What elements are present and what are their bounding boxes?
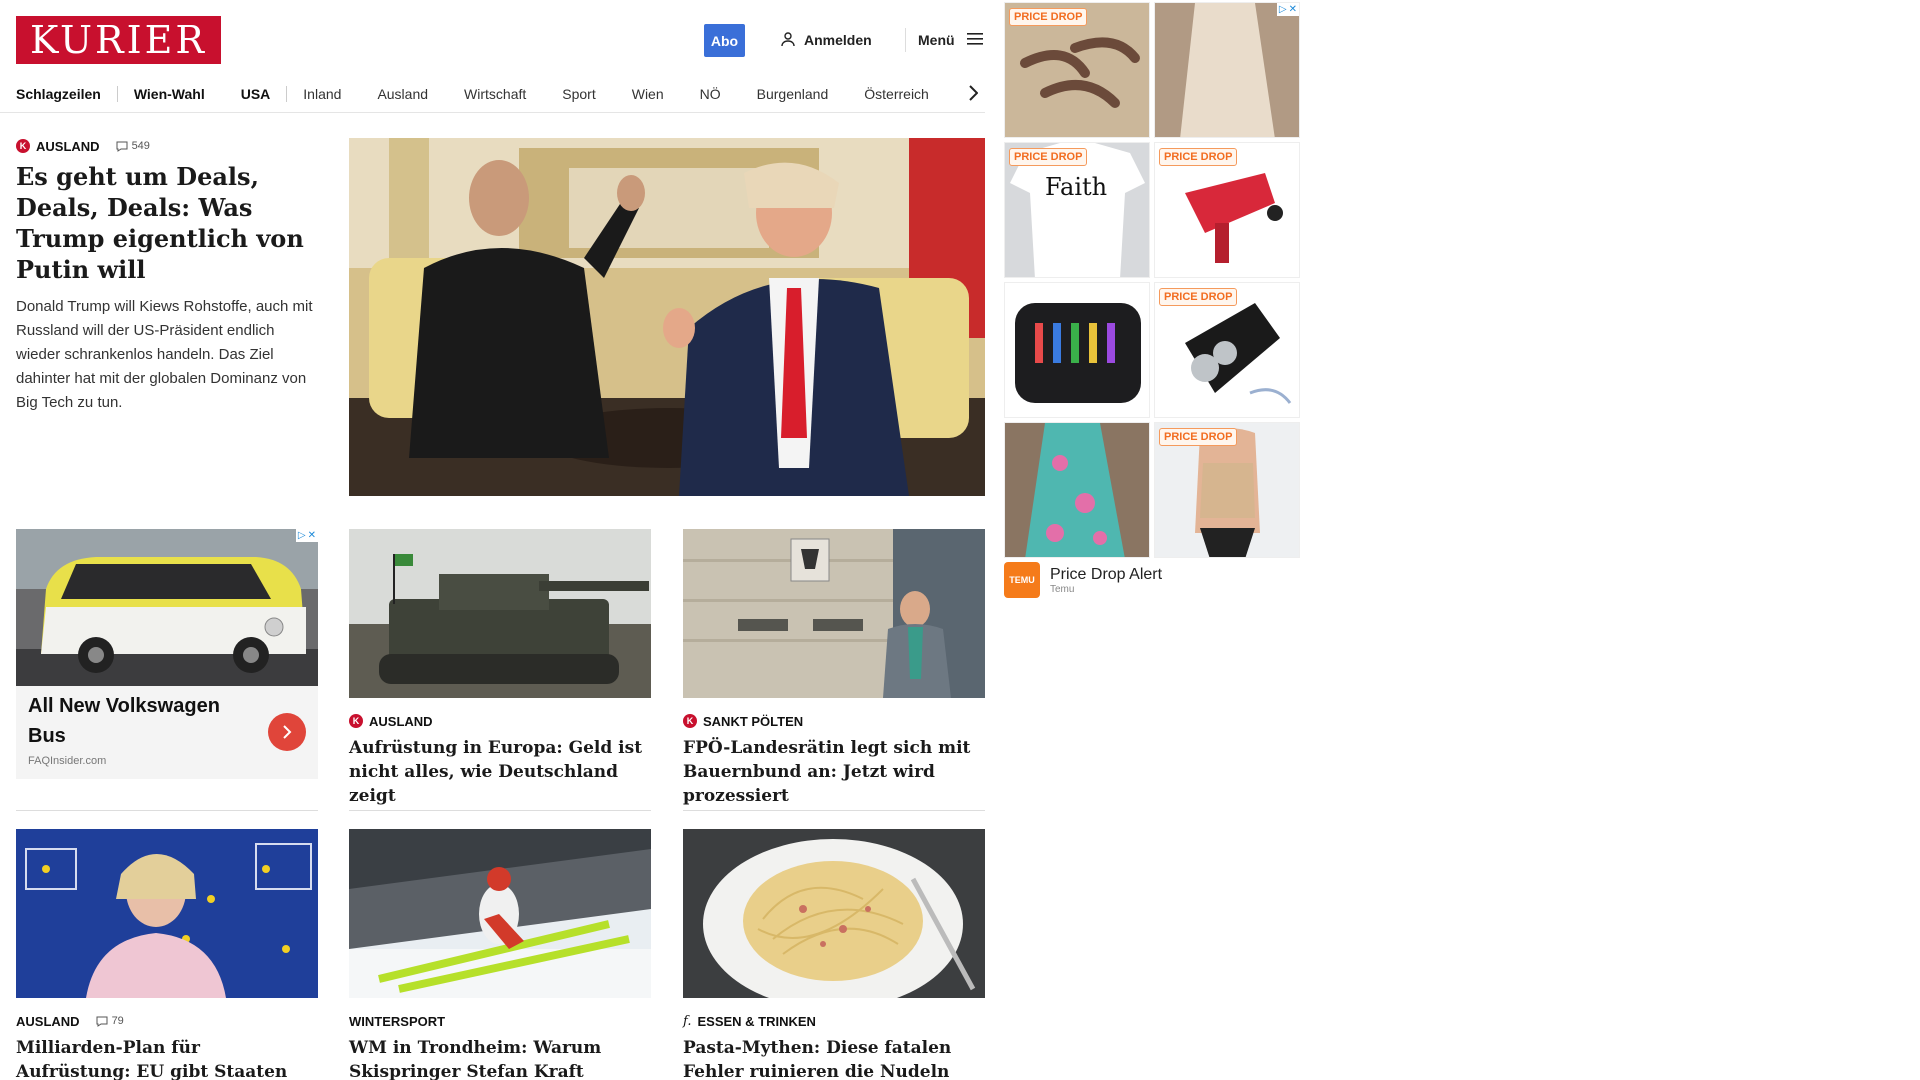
article-image-eu[interactable]	[16, 829, 318, 998]
price-drop-badge: PRICE DROP	[1159, 288, 1238, 306]
ad-tile-corset[interactable]: PRICE DROP	[1154, 422, 1300, 558]
temu-ad-footer[interactable]: TEMU Price Drop Alert Temu	[1004, 560, 1300, 600]
vw-bus-image	[16, 529, 318, 686]
ad-title[interactable]: All New Volkswagen Bus	[28, 691, 228, 751]
chevron-right-icon	[283, 725, 292, 739]
ad-tile-floral-dress[interactable]	[1004, 422, 1150, 558]
article-category: AUSLAND	[369, 713, 433, 729]
nav-divider-line	[0, 112, 985, 113]
ad-footer-source: Temu	[1050, 583, 1075, 595]
nav-item-wien[interactable]: Wien	[632, 84, 664, 104]
article-kicker: AUSLAND 79	[16, 1012, 318, 1030]
article-kicker: K AUSLAND 549	[16, 137, 318, 155]
chevron-right-icon	[969, 85, 978, 101]
section-nav: Schlagzeilen Wien-Wahl USA Inland Auslan…	[16, 76, 984, 112]
article-category: SANKT PÖLTEN	[703, 713, 804, 729]
article-category: WINTERSPORT	[349, 1013, 446, 1029]
ad-tile-tool-case[interactable]	[1004, 282, 1150, 418]
nav-item-wien-wahl[interactable]: Wien-Wahl	[134, 84, 205, 104]
nav-item-schlagzeilen[interactable]: Schlagzeilen	[16, 84, 101, 104]
ad-tile-tshirt[interactable]: PRICE DROP Faith	[1004, 142, 1150, 278]
article-card[interactable]: WINTERSPORT WM in Trondheim: Warum Skisp…	[349, 829, 651, 1080]
article-card[interactable]: K AUSLAND Aufrüstung in Europa: Geld ist…	[349, 529, 651, 808]
login-button[interactable]: Anmelden	[780, 26, 872, 54]
ad-source: FAQInsider.com	[28, 755, 107, 767]
article-card[interactable]: f. ESSEN & TRINKEN Pasta-Mythen: Diese f…	[683, 829, 985, 1080]
comment-count[interactable]: 79	[96, 1015, 124, 1027]
article-card[interactable]: AUSLAND 79 Milliarden-Plan für Aufrüstun…	[16, 829, 318, 1080]
abo-button[interactable]: Abo	[704, 24, 745, 57]
article-image-pasta[interactable]	[683, 829, 985, 998]
kurier-logo[interactable]: KURIER	[16, 16, 221, 64]
ad-tile-dress[interactable]: ▷ ✕	[1154, 2, 1300, 138]
article-category: ESSEN & TRINKEN	[697, 1013, 816, 1029]
nav-divider	[286, 86, 288, 102]
kurier-k-icon: K	[349, 714, 363, 728]
price-drop-badge: PRICE DROP	[1009, 8, 1088, 26]
comment-icon	[96, 1016, 108, 1027]
adchoices-icon[interactable]: ▷ ✕	[295, 529, 318, 542]
article-category: AUSLAND	[16, 1013, 80, 1029]
article-teaser: Donald Trump will Kiews Rohstoffe, auch …	[16, 298, 313, 411]
nav-item-inland[interactable]: Inland	[303, 84, 341, 104]
price-drop-badge: PRICE DROP	[1159, 148, 1238, 166]
kurier-k-icon: K	[683, 714, 697, 728]
row-divider	[683, 810, 985, 811]
article-kicker: WINTERSPORT	[349, 1012, 651, 1030]
menu-label: Menü	[918, 32, 955, 48]
article-headline[interactable]: WM in Trondheim: Warum Skispringer Stefa…	[349, 1036, 651, 1080]
price-drop-badge: PRICE DROP	[1159, 428, 1238, 446]
comment-icon	[116, 141, 128, 152]
article-kicker: f. ESSEN & TRINKEN	[683, 1012, 985, 1030]
row-divider	[16, 810, 318, 811]
temu-ad-grid[interactable]: PRICE DROP ▷ ✕ PRICE DROP Faith PRICE DRO…	[1004, 2, 1300, 602]
vw-bus-ad[interactable]: All New Volkswagen Bus FAQInsider.com ▷ ✕	[16, 529, 318, 779]
article-image-landesraetin[interactable]	[683, 529, 985, 698]
food-icon: f.	[683, 1013, 692, 1029]
ad-tile-flashlight[interactable]: PRICE DROP	[1154, 282, 1300, 418]
header-divider	[905, 28, 906, 52]
article-card[interactable]: K SANKT PÖLTEN FPÖ-Landesrätin legt sich…	[683, 529, 985, 808]
nav-item-noe[interactable]: NÖ	[700, 84, 721, 104]
nav-divider	[116, 86, 118, 102]
price-drop-badge: PRICE DROP	[1009, 148, 1088, 166]
nav-item-usa[interactable]: USA	[241, 84, 271, 104]
nav-item-wirtschaft[interactable]: Wirtschaft	[464, 84, 526, 104]
article-headline[interactable]: Pasta-Mythen: Diese fatalen Fehler ruini…	[683, 1036, 985, 1080]
lead-article-image[interactable]	[349, 138, 985, 496]
article-image-tank[interactable]	[349, 529, 651, 698]
nav-item-sport[interactable]: Sport	[562, 84, 595, 104]
lead-article[interactable]: K AUSLAND 549 Es geht um Deals, Deals, D…	[16, 137, 318, 415]
adchoices-icon[interactable]: ▷ ✕	[1276, 3, 1299, 16]
login-label: Anmelden	[804, 32, 872, 48]
hamburger-icon	[966, 32, 983, 49]
nav-item-burgenland[interactable]: Burgenland	[757, 84, 829, 104]
article-kicker: K SANKT PÖLTEN	[683, 712, 985, 730]
temu-logo: TEMU	[1004, 562, 1040, 598]
kurier-k-icon: K	[16, 139, 30, 153]
article-image-skijump[interactable]	[349, 829, 651, 998]
article-headline[interactable]: Es geht um Deals, Deals, Deals: Was Trum…	[16, 161, 318, 285]
nav-item-ausland[interactable]: Ausland	[377, 84, 428, 104]
article-category: AUSLAND	[36, 138, 100, 154]
menu-button[interactable]: Menü	[918, 26, 983, 54]
row-divider	[349, 810, 651, 811]
ad-footer-title[interactable]: Price Drop Alert	[1050, 566, 1162, 584]
ad-tile-shrimp[interactable]: PRICE DROP	[1004, 2, 1150, 138]
user-icon	[780, 31, 796, 50]
comment-count[interactable]: 549	[116, 140, 150, 152]
ad-tile-bike-holder[interactable]: PRICE DROP	[1154, 142, 1300, 278]
article-headline[interactable]: Milliarden-Plan für Aufrüstung: EU gibt …	[16, 1036, 318, 1080]
nav-scroll-right-button[interactable]	[962, 78, 984, 108]
nav-item-oesterreich[interactable]: Österreich	[864, 84, 929, 104]
article-headline[interactable]: FPÖ-Landesrätin legt sich mit Bauernbund…	[683, 736, 985, 808]
article-kicker: K AUSLAND	[349, 712, 651, 730]
ad-go-button[interactable]	[268, 713, 306, 751]
tshirt-print: Faith	[1045, 173, 1108, 201]
article-headline[interactable]: Aufrüstung in Europa: Geld ist nicht all…	[349, 736, 651, 808]
